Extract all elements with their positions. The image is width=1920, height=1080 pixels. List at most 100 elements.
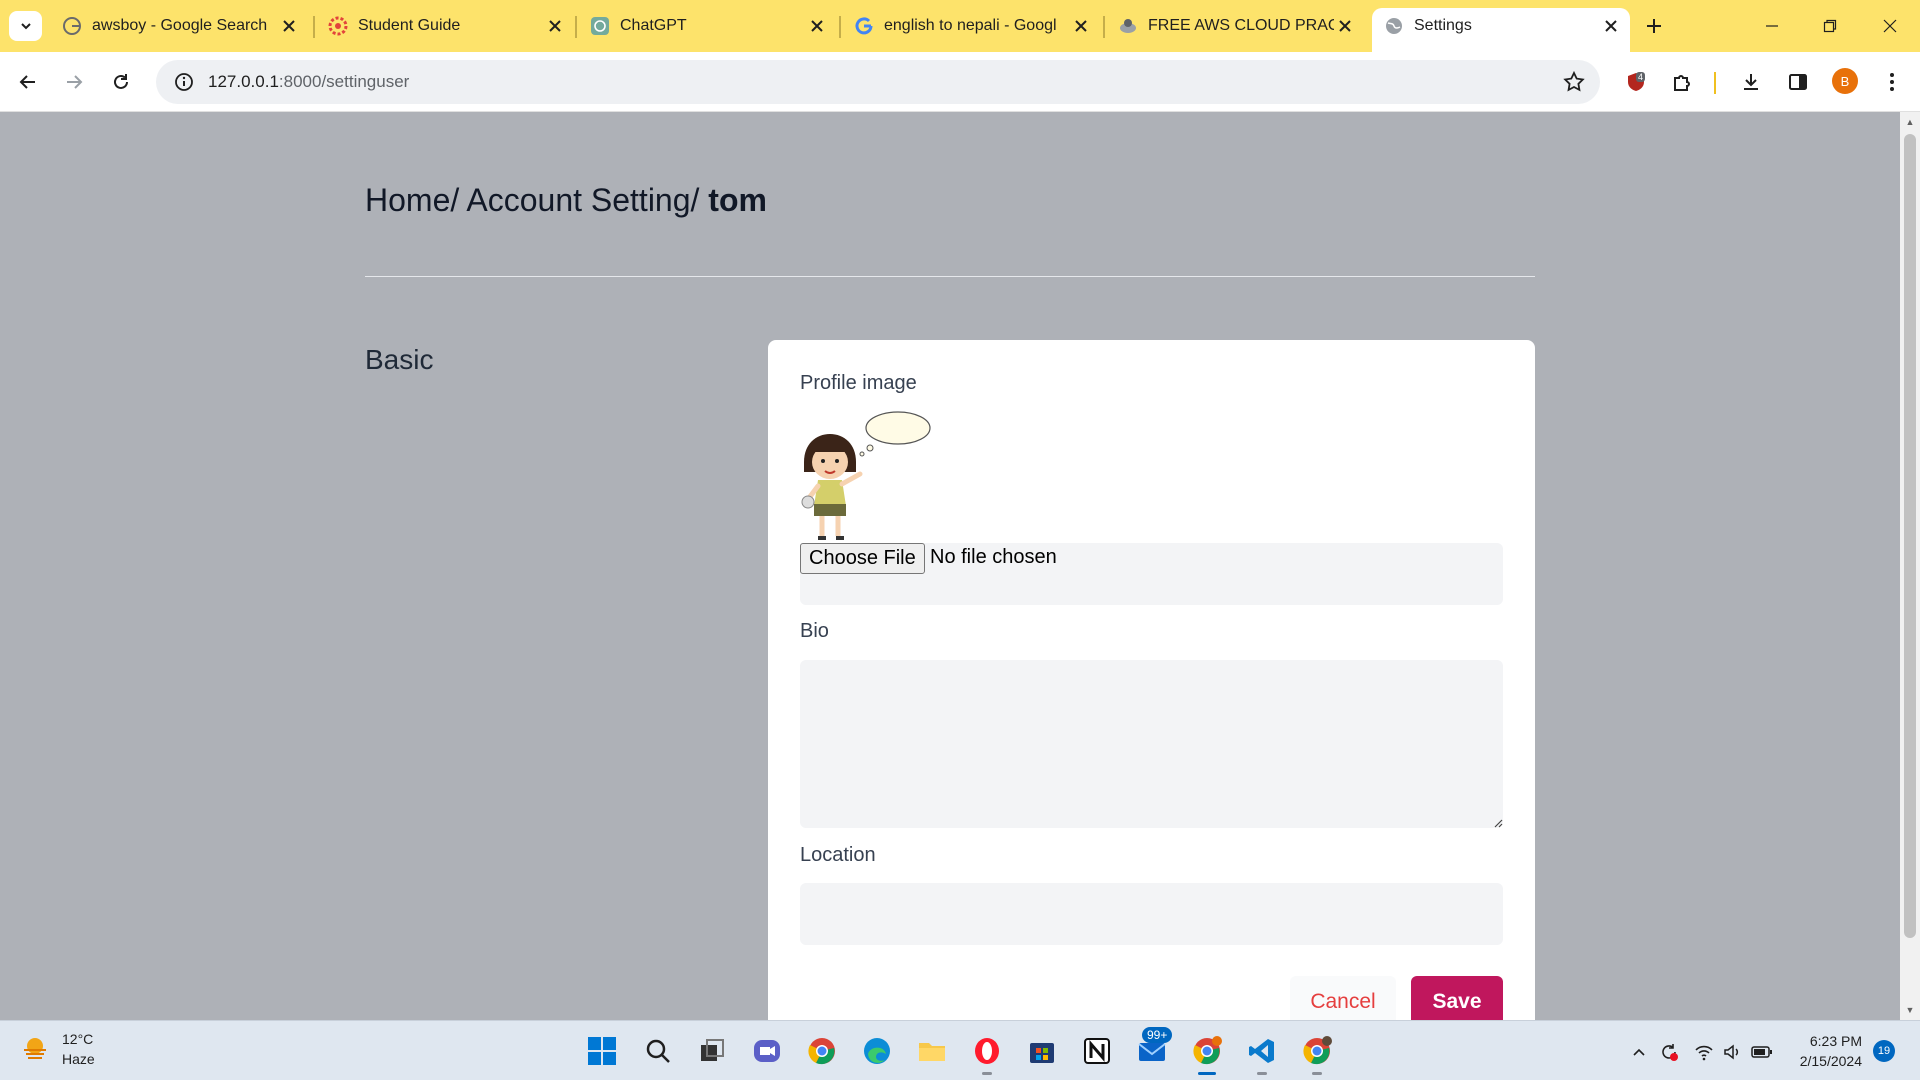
tab-awsboy[interactable]: awsboy - Google Search <box>50 8 308 44</box>
tab-student-guide[interactable]: Student Guide <box>316 8 574 44</box>
tab-divider <box>575 16 577 38</box>
tray-sync-icon[interactable] <box>1656 1039 1682 1065</box>
notification-center-badge[interactable]: 19 <box>1873 1040 1895 1062</box>
video-chat-icon <box>754 1040 780 1062</box>
side-panel-button[interactable] <box>1782 66 1814 98</box>
chevron-up-icon <box>1633 1048 1645 1056</box>
reload-button[interactable] <box>105 66 137 98</box>
opera-icon <box>975 1038 999 1064</box>
taskbar-edge-app[interactable] <box>859 1033 895 1069</box>
back-button[interactable] <box>12 66 44 98</box>
tab-chatgpt[interactable]: ChatGPT <box>578 8 836 44</box>
location-input[interactable] <box>800 883 1503 945</box>
google-icon <box>855 17 873 35</box>
taskbar-notion-app[interactable] <box>1079 1033 1115 1069</box>
tab-title: Settings <box>1414 17 1472 34</box>
running-indicator <box>1257 1072 1267 1075</box>
divider <box>365 276 1535 277</box>
tray-overflow-button[interactable] <box>1626 1039 1652 1065</box>
close-icon[interactable] <box>278 15 300 37</box>
tab-title: FREE AWS CLOUD PRACT <box>1148 17 1334 34</box>
chevron-down-icon <box>20 23 31 30</box>
taskbar-file-explorer-app[interactable] <box>914 1033 950 1069</box>
breadcrumb-account-setting[interactable]: Account Setting/ <box>466 182 699 218</box>
windows-taskbar: 12°C Haze 99+ 6:23 PM 2/15/2024 19 <box>0 1020 1920 1080</box>
taskbar-search-button[interactable] <box>640 1033 676 1069</box>
tab-english-to-nepali[interactable]: english to nepali - Googl <box>842 8 1100 44</box>
taskbar-chrome-profile-app[interactable] <box>1189 1033 1225 1075</box>
resize-handle-icon[interactable] <box>1491 816 1503 828</box>
sync-icon <box>1662 1044 1678 1061</box>
system-clock[interactable]: 6:23 PM 2/15/2024 <box>1790 1031 1862 1071</box>
page-scrollbar[interactable]: ▲ ▼ <box>1900 112 1920 1020</box>
tab-free-aws-cloud[interactable]: FREE AWS CLOUD PRACT <box>1106 8 1364 44</box>
scroll-thumb[interactable] <box>1904 134 1916 938</box>
student-guide-icon <box>328 16 348 36</box>
profile-image-upload: Choose File No file chosen <box>800 543 1503 605</box>
download-icon <box>1744 74 1758 90</box>
close-icon[interactable] <box>806 15 828 37</box>
address-bar[interactable]: 127.0.0.1:8000/settinguser <box>156 60 1600 104</box>
site-info-button[interactable] <box>164 62 204 102</box>
tray-wifi-icon[interactable] <box>1691 1039 1717 1065</box>
edge-icon <box>864 1038 890 1064</box>
arrow-right-icon <box>67 75 83 89</box>
profile-avatar[interactable]: B <box>1832 68 1858 94</box>
tray-battery-icon[interactable] <box>1749 1039 1775 1065</box>
toolbar-divider <box>1714 72 1716 94</box>
search-icon <box>646 1039 670 1063</box>
extension-shield-button[interactable] <box>1620 66 1652 98</box>
extension-badge: 4 <box>1636 72 1646 82</box>
taskbar-opera-app[interactable] <box>969 1033 1005 1075</box>
tab-search-button[interactable] <box>9 11 42 41</box>
tray-volume-icon[interactable] <box>1719 1039 1745 1065</box>
save-button[interactable]: Save <box>1411 976 1503 1020</box>
close-icon[interactable] <box>544 15 566 37</box>
task-view-button[interactable] <box>694 1033 730 1069</box>
bio-label: Bio <box>800 620 829 642</box>
downloads-button[interactable] <box>1735 66 1767 98</box>
tab-settings[interactable]: Settings <box>1372 8 1630 52</box>
taskbar-chrome-dev-app[interactable] <box>1299 1033 1335 1075</box>
page-content: Home/ Account Setting/ tom Basic Profile… <box>0 112 1900 1020</box>
menu-button[interactable] <box>1876 66 1908 98</box>
start-button[interactable] <box>584 1033 620 1069</box>
bio-textarea[interactable] <box>800 660 1503 828</box>
close-window-button[interactable] <box>1870 10 1910 42</box>
taskbar-vscode-app[interactable] <box>1244 1033 1280 1075</box>
new-tab-button[interactable] <box>1640 12 1668 40</box>
taskbar-store-app[interactable] <box>1024 1033 1060 1069</box>
choose-file-button[interactable]: Choose File <box>800 543 925 574</box>
clock-date: 2/15/2024 <box>1799 1053 1862 1069</box>
close-icon[interactable] <box>1334 15 1356 37</box>
weather-widget[interactable]: 12°C Haze <box>20 1029 95 1069</box>
taskbar-chrome-app[interactable] <box>804 1033 840 1069</box>
cancel-button[interactable]: Cancel <box>1290 976 1396 1020</box>
location-label: Location <box>800 844 876 866</box>
forward-button[interactable] <box>58 66 90 98</box>
aws-course-icon <box>1120 19 1136 33</box>
running-indicator <box>982 1072 992 1075</box>
bookmark-star-icon[interactable] <box>1562 70 1586 94</box>
globe-icon <box>1386 18 1402 34</box>
wifi-icon <box>1695 1045 1713 1061</box>
close-icon[interactable] <box>1600 15 1622 37</box>
arrow-left-icon <box>19 75 35 89</box>
restore-button[interactable] <box>1810 10 1850 42</box>
chrome-icon <box>808 1038 835 1065</box>
folder-icon <box>919 1043 945 1061</box>
close-icon[interactable] <box>1070 15 1092 37</box>
clock-time: 6:23 PM <box>1809 1033 1862 1049</box>
extensions-button[interactable] <box>1666 66 1698 98</box>
scroll-up-icon[interactable]: ▲ <box>1904 116 1916 128</box>
plus-icon <box>1647 19 1661 33</box>
scroll-down-icon[interactable]: ▼ <box>1904 1004 1916 1016</box>
section-title: Basic <box>365 344 434 375</box>
tab-strip: awsboy - Google Search Student Guide Cha… <box>0 0 1920 52</box>
taskbar-meet-app[interactable] <box>749 1033 785 1069</box>
weather-temperature: 12°C <box>62 1031 94 1047</box>
settings-form-card: Profile image Choose File No file chosen… <box>768 340 1535 1020</box>
breadcrumb-home[interactable]: Home/ <box>365 182 459 218</box>
minimize-button[interactable] <box>1752 10 1792 42</box>
mail-unread-badge: 99+ <box>1142 1027 1173 1043</box>
